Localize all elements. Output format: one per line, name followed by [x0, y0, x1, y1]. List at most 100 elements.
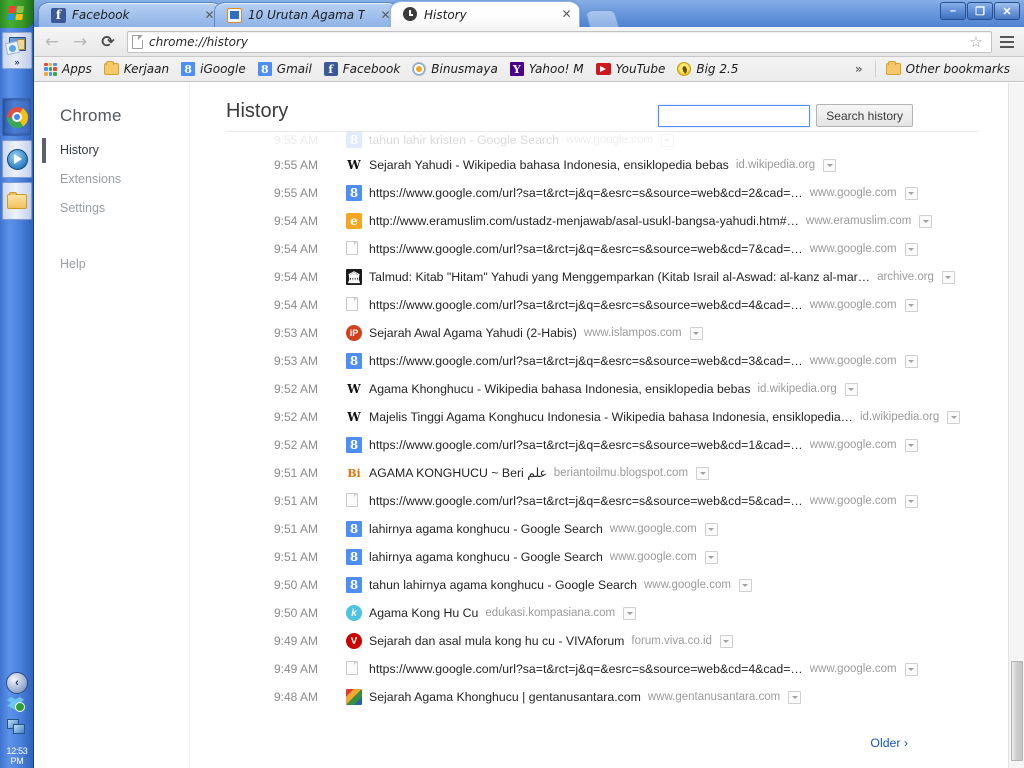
show-desktop-icon[interactable] [4, 36, 28, 56]
history-row-menu-button[interactable] [696, 466, 710, 480]
tray-expand-button[interactable]: ‹ [6, 672, 28, 694]
sidebar-item-help[interactable]: Help [60, 257, 86, 271]
history-row[interactable]: 9:51 AM https://www.google.com/url?sa=t&r… [190, 487, 1008, 515]
bookmark-gmail[interactable]: 8 Gmail [252, 60, 318, 78]
history-row[interactable]: 9:48 AM Sejarah Agama Khonghucu | gentanu… [190, 683, 1008, 711]
bookmark-igoogle[interactable]: 8 iGoogle [175, 60, 252, 78]
sidebar-item-settings[interactable]: Settings [60, 201, 105, 215]
close-button[interactable]: ✕ [994, 2, 1020, 20]
history-row[interactable]: 9:53 AM iP Sejarah Awal Agama Yahudi (2-Ha… [190, 319, 1008, 347]
history-row[interactable]: 9:54 AM https://www.google.com/url?sa=t&r… [190, 291, 1008, 319]
history-row-menu-button[interactable] [941, 270, 955, 284]
history-row-title[interactable]: Agama Kong Hu Cu [369, 606, 478, 620]
history-row-title[interactable]: lahirnya agama konghucu - Google Search [369, 550, 603, 564]
history-row[interactable]: 9:55 AM W Sejarah Yahudi - Wikipedia bahas… [190, 151, 1008, 179]
other-bookmarks-folder[interactable]: Other bookmarks [880, 60, 1020, 78]
tab-close-icon[interactable]: ✕ [560, 8, 573, 21]
new-tab-button[interactable] [584, 10, 620, 27]
history-row-title[interactable]: tahun lahirnya agama konghucu - Google S… [369, 578, 637, 592]
history-row-menu-button[interactable] [689, 326, 703, 340]
history-row-title[interactable]: https://www.google.com/url?sa=t&rct=j&q=… [369, 298, 803, 312]
history-row-menu-button[interactable] [719, 634, 733, 648]
history-row-title[interactable]: https://www.google.com/url?sa=t&rct=j&q=… [369, 438, 803, 452]
history-row-title[interactable]: Sejarah Yahudi - Wikipedia bahasa Indone… [369, 158, 729, 172]
history-row-menu-button[interactable] [704, 522, 718, 536]
taskbar-button-media-player[interactable] [2, 140, 32, 178]
quick-launch-bar[interactable]: » [2, 32, 32, 69]
history-row-title[interactable]: Talmud: Kitab "Hitam" Yahudi yang Mengge… [369, 270, 870, 284]
history-row-title[interactable]: lahirnya agama konghucu - Google Search [369, 522, 603, 536]
history-row-title[interactable]: Sejarah Agama Khonghucu | gentanusantara… [369, 690, 641, 704]
history-row-menu-button[interactable] [904, 242, 918, 256]
history-row[interactable]: 9:52 AM W Majelis Tinggi Agama Konghucu In… [190, 403, 1008, 431]
tab-facebook[interactable]: f Facebook ✕ [38, 2, 223, 27]
history-row[interactable]: 9:55 AM 8 tahun lahir kristen - Google Sea… [190, 129, 1008, 151]
minimize-button[interactable]: – [940, 2, 966, 20]
history-row[interactable]: 9:54 AM https://www.google.com/url?sa=t&r… [190, 235, 1008, 263]
history-row-title[interactable]: Majelis Tinggi Agama Konghucu Indonesia … [369, 410, 853, 424]
reload-button[interactable]: ⟳ [96, 30, 120, 54]
bookmark-yahoo-m[interactable]: Y Yahoo! M [504, 60, 590, 78]
history-row-title[interactable]: https://www.google.com/url?sa=t&rct=j&q=… [369, 354, 803, 368]
history-row-title[interactable]: AGAMA KONGHUCU ~ Beri علم [369, 466, 547, 480]
taskbar-button-chrome[interactable] [2, 98, 32, 136]
history-row-menu-button[interactable] [904, 186, 918, 200]
history-row[interactable]: 9:51 AM 8 lahirnya agama konghucu - Google… [190, 515, 1008, 543]
search-history-button[interactable]: Search history [816, 104, 913, 127]
history-row-menu-button[interactable] [904, 438, 918, 452]
history-row-menu-button[interactable] [919, 214, 933, 228]
history-row[interactable]: 9:51 AM 8 lahirnya agama konghucu - Google… [190, 543, 1008, 571]
history-row-menu-button[interactable] [660, 133, 674, 147]
history-row-menu-button[interactable] [788, 690, 802, 704]
history-row-title[interactable]: http://www.eramuslim.com/ustadz-menjawab… [369, 214, 799, 228]
forward-button[interactable]: → [68, 30, 92, 54]
history-row-menu-button[interactable] [904, 662, 918, 676]
history-row-title[interactable]: Sejarah dan asal mula kong hu cu - VIVAf… [369, 634, 624, 648]
bookmark-star-icon[interactable]: ☆ [965, 33, 987, 51]
page-scrollbar-track[interactable] [1008, 83, 1024, 768]
sidebar-item-extensions[interactable]: Extensions [60, 172, 121, 186]
history-row-menu-button[interactable] [738, 578, 752, 592]
history-row[interactable]: 9:50 AM 8 tahun lahirnya agama konghucu - … [190, 571, 1008, 599]
history-row[interactable]: 9:52 AM W Agama Khonghucu - Wikipedia baha… [190, 375, 1008, 403]
older-link[interactable]: Older › [870, 736, 908, 750]
back-button[interactable]: ← [40, 30, 64, 54]
address-bar[interactable]: chrome://history ☆ [127, 30, 992, 53]
history-row-title[interactable]: Agama Khonghucu - Wikipedia bahasa Indon… [369, 382, 750, 396]
history-row[interactable]: 9:50 AM k Agama Kong Hu Cu edukasi.kompasia… [190, 599, 1008, 627]
history-row-menu-button[interactable] [904, 354, 918, 368]
taskbar-clock[interactable]: 12:53 PM [0, 746, 34, 766]
history-row[interactable]: 9:49 AM https://www.google.com/url?sa=t&r… [190, 655, 1008, 683]
history-row-menu-button[interactable] [704, 550, 718, 564]
bookmark-facebook[interactable]: f Facebook [318, 60, 407, 78]
history-row-title[interactable]: https://www.google.com/url?sa=t&rct=j&q=… [369, 662, 803, 676]
search-input[interactable] [658, 104, 811, 127]
history-row-title[interactable]: Sejarah Awal Agama Yahudi (2-Habis) [369, 326, 577, 340]
history-row[interactable]: 9:55 AM 8 https://www.google.com/url?sa=t&… [190, 179, 1008, 207]
start-button[interactable] [0, 0, 34, 28]
history-row[interactable]: 9:53 AM 8 https://www.google.com/url?sa=t&… [190, 347, 1008, 375]
history-row-menu-button[interactable] [844, 382, 858, 396]
bookmarks-overflow-chevron[interactable]: » [847, 62, 871, 76]
history-row-title[interactable]: https://www.google.com/url?sa=t&rct=j&q=… [369, 242, 803, 256]
bookmark-kerjaan[interactable]: Kerjaan [98, 60, 175, 78]
history-row-menu-button[interactable] [904, 494, 918, 508]
chrome-menu-button[interactable] [996, 31, 1018, 53]
history-row-menu-button[interactable] [823, 158, 837, 172]
history-row-title[interactable]: https://www.google.com/url?sa=t&rct=j&q=… [369, 186, 803, 200]
network-tray-icon[interactable] [7, 719, 26, 738]
bookmark-youtube[interactable]: YouTube [590, 60, 672, 78]
bookmark-apps[interactable]: Apps [38, 60, 98, 78]
history-row-title[interactable]: https://www.google.com/url?sa=t&rct=j&q=… [369, 494, 803, 508]
sidebar-item-history[interactable]: History [60, 143, 99, 157]
history-row[interactable]: 9:49 AM V Sejarah dan asal mula kong hu cu… [190, 627, 1008, 655]
history-row-menu-button[interactable] [904, 298, 918, 312]
maximize-button[interactable]: ❐ [967, 2, 993, 20]
taskbar-button-folder[interactable] [2, 182, 32, 220]
history-row-menu-button[interactable] [947, 410, 961, 424]
page-scrollbar-thumb[interactable] [1011, 661, 1023, 761]
history-row-title[interactable]: tahun lahir kristen - Google Search [369, 133, 559, 147]
quicklaunch-overflow-chevron[interactable]: » [14, 58, 19, 67]
dropbox-tray-icon[interactable] [7, 697, 26, 716]
bookmark-big25[interactable]: Big 2.5 [671, 60, 744, 78]
